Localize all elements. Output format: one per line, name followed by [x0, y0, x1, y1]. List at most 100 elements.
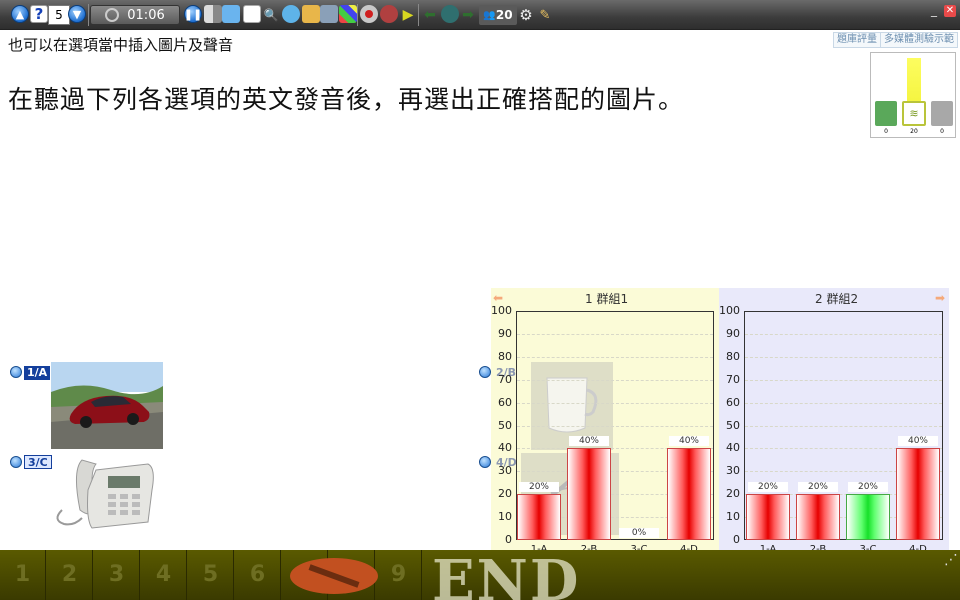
question-number: 5	[48, 5, 70, 25]
page-button[interactable]: 3	[94, 550, 140, 600]
bar[interactable]	[667, 448, 711, 540]
bar[interactable]	[796, 494, 840, 540]
bar-value-label: 20%	[748, 482, 788, 493]
app-window: ▲ ? 5 ▼ 01:06 ❚❚ 🔍 ▶ ⬅ ➡ 👥 20 ⚙ ✎ _ ✕ 題庫…	[0, 0, 960, 600]
page-button[interactable]: 1	[0, 550, 46, 600]
y-tick-label: 10	[498, 510, 512, 524]
page-button[interactable]: 6	[235, 550, 281, 600]
top-toolbar: ▲ ? 5 ▼ 01:06 ❚❚ 🔍 ▶ ⬅ ➡ 👥 20 ⚙ ✎ _ ✕	[0, 0, 960, 30]
gridline	[517, 425, 713, 427]
y-tick-label: 90	[498, 326, 512, 340]
bar[interactable]	[567, 448, 611, 540]
y-tick-label: 80	[726, 349, 740, 363]
bar[interactable]	[517, 494, 561, 540]
bar[interactable]	[846, 494, 890, 540]
timer-display[interactable]: 01:06	[90, 5, 180, 25]
speaker-icon[interactable]	[10, 366, 22, 378]
y-tick-label: 70	[498, 372, 512, 386]
gridline	[517, 379, 713, 381]
bar-value-label: 20%	[798, 482, 838, 493]
play-icon[interactable]: ▶	[400, 5, 416, 25]
bar-value-label: 40%	[669, 436, 709, 447]
y-tick-label: 20	[726, 487, 740, 501]
prev-question-icon[interactable]: ▲	[11, 5, 29, 23]
gridline	[745, 379, 942, 381]
students-indicator[interactable]: 👥 20	[479, 5, 517, 25]
telephone-image[interactable]	[52, 450, 162, 530]
gridline	[517, 333, 713, 335]
multimedia-demo-button[interactable]: 多媒體測驗示範	[880, 32, 958, 48]
settings-gear-icon[interactable]: ⚙	[517, 5, 535, 25]
gridline	[517, 356, 713, 358]
car-image[interactable]	[51, 362, 163, 449]
gridline	[517, 402, 713, 404]
subtitle: 也可以在選項當中插入圖片及聲音	[8, 36, 234, 54]
prev-group-arrow-icon[interactable]: ⬅	[493, 291, 503, 305]
screen-icon[interactable]	[320, 5, 338, 23]
clipboard-icon[interactable]	[243, 5, 261, 23]
next-group-arrow-icon[interactable]: ➡	[935, 291, 945, 305]
gridline	[745, 356, 942, 358]
bar-value-label: 0%	[619, 528, 659, 538]
gridline	[745, 402, 942, 404]
no-entry-icon	[290, 558, 378, 594]
search-icon[interactable]: 🔍	[262, 5, 280, 25]
pause-icon[interactable]: ❚❚	[184, 5, 202, 23]
page-button[interactable]: 4	[141, 550, 187, 600]
bar-value-label: 20%	[848, 482, 888, 493]
question-text: 在聽過下列各選項的英文發音後，再選出正確搭配的圖片。	[8, 85, 685, 114]
clock-icon	[105, 8, 120, 22]
chart-title: 1 群組1	[585, 292, 629, 306]
grid-icon[interactable]	[339, 5, 357, 23]
option-label-3c[interactable]: 3/C	[24, 455, 52, 469]
bar[interactable]	[896, 448, 940, 540]
question-mark-icon[interactable]: ?	[30, 5, 48, 23]
pages-icon[interactable]	[222, 5, 240, 23]
y-tick-label: 70	[726, 372, 740, 386]
bar-value-label: 40%	[569, 436, 609, 447]
bar[interactable]	[746, 494, 790, 540]
rating-button[interactable]: 題庫評量	[833, 32, 881, 48]
folder-icon[interactable]	[302, 5, 320, 23]
close-button[interactable]: ✕	[944, 5, 956, 17]
y-tick-label: 50	[726, 418, 740, 432]
forward-arrow-icon[interactable]: ➡	[459, 5, 477, 25]
refresh-icon[interactable]	[441, 5, 459, 23]
count-middle: 20	[910, 128, 918, 135]
speaker-icon[interactable]	[10, 456, 22, 468]
y-tick-label: 20	[498, 487, 512, 501]
record-icon[interactable]	[360, 5, 378, 23]
wifi-icon: ≋	[902, 101, 926, 126]
minimize-button[interactable]: _	[928, 4, 940, 17]
y-tick-label: 90	[726, 326, 740, 340]
back-arrow-icon[interactable]: ⬅	[421, 5, 439, 25]
y-tick-label: 50	[498, 418, 512, 432]
resize-handle-icon[interactable]: ⋰	[944, 552, 958, 568]
y-tick-label: 0	[733, 533, 740, 546]
y-tick-label: 100	[719, 304, 740, 317]
chart-title: 2 群組2	[815, 292, 859, 306]
y-tick-label: 0	[505, 533, 512, 546]
answer-summary-panel: ≋ 0 20 0	[870, 52, 956, 138]
y-tick-label: 10	[726, 510, 740, 524]
page-button[interactable]: 2	[47, 550, 93, 600]
y-tick-label: 40	[726, 441, 740, 455]
person-icon[interactable]	[282, 5, 300, 23]
next-question-icon[interactable]: ▼	[68, 5, 86, 23]
y-tick-label: 30	[498, 464, 512, 478]
y-tick-label: 100	[491, 304, 512, 317]
page-button[interactable]: 9	[376, 550, 422, 600]
bar-value-label: 20%	[519, 482, 559, 493]
bar-value-label: 40%	[898, 436, 938, 447]
stats-icon[interactable]	[204, 5, 222, 23]
y-tick-label: 60	[726, 395, 740, 409]
y-tick-label: 30	[726, 464, 740, 478]
end-label: END	[432, 548, 581, 600]
book-icon[interactable]: ✎	[536, 5, 554, 25]
gray-battery-icon	[931, 101, 953, 126]
gridline	[745, 425, 942, 427]
page-button[interactable]: 5	[188, 550, 234, 600]
stop-record-icon[interactable]	[380, 5, 398, 23]
student-count: 20	[495, 8, 513, 22]
option-label-1a[interactable]: 1/A	[24, 366, 51, 380]
